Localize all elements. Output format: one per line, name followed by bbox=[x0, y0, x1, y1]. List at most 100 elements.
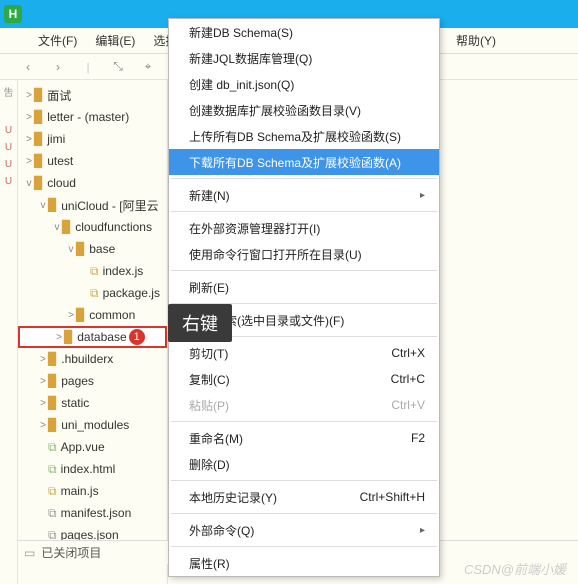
menu-item[interactable]: 本地历史记录(Y)Ctrl+Shift+H bbox=[169, 484, 439, 510]
menu-label: 删除(D) bbox=[189, 456, 230, 473]
menu-label: 粘贴(P) bbox=[189, 397, 229, 414]
menu-shortcut: Ctrl+V bbox=[391, 398, 425, 412]
menu-label: 使用命令行窗口打开所在目录(U) bbox=[189, 246, 362, 263]
menu-item[interactable]: 使用命令行窗口打开所在目录(U) bbox=[169, 241, 439, 267]
menu-separator bbox=[171, 480, 437, 481]
menu-item[interactable]: 删除(D) bbox=[169, 451, 439, 477]
tree-item-mainjs[interactable]: ⧉main.js bbox=[18, 480, 167, 502]
menu-item[interactable]: 重命名(M)F2 bbox=[169, 425, 439, 451]
menu-file[interactable]: 文件(F) bbox=[38, 32, 77, 49]
tree-item-cloudfunctions[interactable]: v▉cloudfunctions bbox=[18, 216, 167, 238]
menu-item[interactable]: 新建DB Schema(S) bbox=[169, 19, 439, 45]
folder-icon: ▉ bbox=[76, 308, 85, 322]
menu-label: 创建 db_init.json(Q) bbox=[189, 76, 294, 93]
tree-item-static[interactable]: >▉static bbox=[18, 392, 167, 414]
tree-item-[interactable]: >▉ 面试 bbox=[18, 84, 167, 106]
tree-item-appvue[interactable]: ⧉ App.vue bbox=[18, 436, 167, 458]
tree-item-indexhtml[interactable]: ⧉index.html bbox=[18, 458, 167, 480]
menu-item[interactable]: 属性(R) bbox=[169, 550, 439, 576]
collapse-icon[interactable]: ⤡ bbox=[110, 59, 126, 74]
tree-item-database[interactable]: >▉database1 bbox=[18, 326, 167, 348]
gutter-marker: U bbox=[5, 142, 12, 153]
tree-label: utest bbox=[47, 154, 73, 168]
twisty-icon[interactable]: > bbox=[38, 420, 48, 431]
folder-icon: ▉ bbox=[64, 330, 73, 344]
menu-separator bbox=[171, 178, 437, 179]
menu-item[interactable]: 创建 db_init.json(Q) bbox=[169, 71, 439, 97]
menu-item[interactable]: 新建(N)▸ bbox=[169, 182, 439, 208]
twisty-icon[interactable]: > bbox=[38, 354, 48, 365]
tree-label: uniCloud - [阿里云 bbox=[61, 197, 158, 214]
twisty-icon[interactable]: > bbox=[24, 112, 34, 123]
menu-item[interactable]: 创建数据库扩展校验函数目录(V) bbox=[169, 97, 439, 123]
folder-icon: ▉ bbox=[34, 88, 43, 102]
twisty-icon[interactable]: v bbox=[66, 244, 76, 255]
tree-item-cloud[interactable]: v▉cloud bbox=[18, 172, 167, 194]
forward-icon[interactable]: › bbox=[50, 60, 66, 74]
menu-edit[interactable]: 编辑(E) bbox=[95, 32, 135, 49]
twisty-icon[interactable]: v bbox=[38, 200, 48, 211]
folder-icon: ▉ bbox=[34, 132, 43, 146]
jsfile-icon: ⧉ bbox=[48, 484, 57, 499]
tree-item-lettermaster[interactable]: >▉letter - (master) bbox=[18, 106, 167, 128]
menu-item[interactable]: 复制(C) Ctrl+C bbox=[169, 366, 439, 392]
submenu-arrow-icon: ▸ bbox=[420, 525, 425, 536]
file-icon: ⧉ bbox=[48, 462, 57, 477]
locate-icon[interactable]: ⌖ bbox=[140, 59, 156, 74]
file-explorer: >▉面试>▉letter - (master)>▉jimi>▉utestv▉cl… bbox=[18, 80, 168, 584]
menu-item[interactable]: 剪切(T)Ctrl+X bbox=[169, 340, 439, 366]
menu-separator bbox=[171, 270, 437, 271]
folder-icon: ▉ bbox=[48, 352, 57, 366]
menu-shortcut: Ctrl+C bbox=[391, 372, 425, 386]
tree-item-common[interactable]: >▉ common bbox=[18, 304, 167, 326]
tree-item-base[interactable]: v▉base bbox=[18, 238, 167, 260]
tree-item-hbuilderx[interactable]: >▉.hbuilderx bbox=[18, 348, 167, 370]
jsfile-icon: ⧉ bbox=[90, 264, 99, 279]
tree-label: uni_modules bbox=[61, 418, 129, 432]
menu-label: 复制(C) bbox=[189, 371, 230, 388]
twisty-icon[interactable]: > bbox=[38, 376, 48, 387]
back-icon[interactable]: ‹ bbox=[20, 60, 36, 74]
gutter: 吿 U U U U bbox=[0, 80, 18, 584]
folder-icon: ▉ bbox=[48, 418, 57, 432]
tree-item-jimi[interactable]: >▉jimi bbox=[18, 128, 167, 150]
menu-item[interactable]: 下载所有DB Schema及扩展校验函数(A) bbox=[169, 149, 439, 175]
tree-item-unimodules[interactable]: >▉ uni_modules bbox=[18, 414, 167, 436]
twisty-icon[interactable]: v bbox=[52, 222, 62, 233]
tree-item-unicloud[interactable]: v▉uniCloud - [阿里云 bbox=[18, 194, 167, 216]
tree-item-utest[interactable]: >▉utest bbox=[18, 150, 167, 172]
twisty-icon[interactable]: > bbox=[38, 398, 48, 409]
menu-help[interactable]: 帮助(Y) bbox=[448, 28, 504, 53]
jsfile-icon: ⧉ bbox=[90, 286, 99, 301]
twisty-icon[interactable]: > bbox=[24, 156, 34, 167]
menu-label: 上传所有DB Schema及扩展校验函数(S) bbox=[189, 128, 401, 145]
menu-label: 在外部资源管理器打开(I) bbox=[189, 220, 320, 237]
menu-item[interactable]: 新建JQL数据库管理(Q) bbox=[169, 45, 439, 71]
tree-item-packagejs[interactable]: ⧉package.js bbox=[18, 282, 167, 304]
menu-item[interactable]: 上传所有DB Schema及扩展校验函数(S) bbox=[169, 123, 439, 149]
gutter-marker: 吿 bbox=[4, 84, 14, 99]
menu-label: 新建(N) bbox=[189, 187, 230, 204]
tree-label: base bbox=[89, 242, 115, 256]
tree-item-indexjs[interactable]: ⧉index.js bbox=[18, 260, 167, 282]
twisty-icon[interactable]: > bbox=[24, 134, 34, 145]
tree-label: 面试 bbox=[47, 87, 71, 104]
tree-label: common bbox=[89, 308, 135, 322]
file-icon: ⧉ bbox=[48, 440, 57, 455]
menu-shortcut: Ctrl+X bbox=[391, 346, 425, 360]
twisty-icon[interactable]: > bbox=[66, 310, 76, 321]
menu-item[interactable]: 外部命令(Q)▸ bbox=[169, 517, 439, 543]
folder-icon: ▉ bbox=[48, 396, 57, 410]
folder-icon: ▉ bbox=[48, 374, 57, 388]
twisty-icon[interactable]: v bbox=[24, 178, 34, 189]
menu-item: 粘贴(P) Ctrl+V bbox=[169, 392, 439, 418]
box-icon: ▭ bbox=[24, 546, 35, 560]
twisty-icon[interactable]: > bbox=[24, 90, 34, 101]
tree-item-pages[interactable]: >▉pages bbox=[18, 370, 167, 392]
tree-item-manifestjson[interactable]: ⧉manifest.json bbox=[18, 502, 167, 524]
menu-item[interactable]: 刷新(E) bbox=[169, 274, 439, 300]
tree-label: App.vue bbox=[61, 440, 105, 454]
menu-separator bbox=[171, 513, 437, 514]
menu-item[interactable]: 在外部资源管理器打开(I) bbox=[169, 215, 439, 241]
twisty-icon[interactable]: > bbox=[54, 332, 64, 343]
